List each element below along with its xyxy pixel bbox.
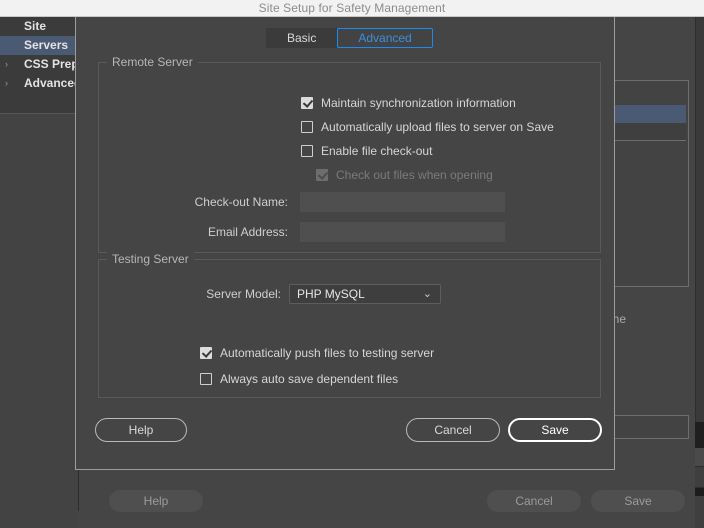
chevron-down-icon: ⌄ [422,288,432,300]
save-button[interactable]: Save [508,418,602,442]
checkbox-label: Always auto save dependent files [220,372,399,386]
checkbox-label: Automatically push files to testing serv… [220,346,435,360]
checkbox-check-out-on-open: Check out files when opening [316,167,493,183]
sidebar-item-label: Servers [24,38,69,52]
background-save-button[interactable]: Save [591,490,685,512]
window-title: Site Setup for Safety Management [258,1,446,15]
help-button[interactable]: Help [95,418,187,442]
checkbox-checked-disabled-icon [316,169,328,181]
server-model-select[interactable]: PHP MySQL ⌄ [289,284,441,304]
sidebar-item-site[interactable]: Site [0,17,78,36]
server-settings-dialog: Basic Advanced Remote Server Maintain sy… [75,17,615,470]
server-model-label: Server Model: [206,287,281,301]
checkbox-enable-file-checkout[interactable]: Enable file check-out [301,143,432,159]
disclosure-right-icon: › [5,59,8,69]
checkbox-label: Check out files when opening [336,168,493,182]
sidebar-item-label: CSS Prepro [24,57,78,71]
remote-server-group-title: Remote Server [107,55,198,69]
cancel-button[interactable]: Cancel [406,418,500,442]
check-out-name-input[interactable] [300,192,505,212]
sidebar-item-advanced[interactable]: › Advanced [0,74,78,93]
checkbox-checked-icon[interactable] [200,347,212,359]
dialog-tab-bar: Basic Advanced [266,28,433,48]
background-help-button[interactable]: Help [109,490,203,512]
right-panel-strip [695,17,704,422]
checkbox-auto-push-testing[interactable]: Automatically push files to testing serv… [200,345,434,361]
checkbox-maintain-sync[interactable]: Maintain synchronization information [301,95,516,111]
sidebar-item-servers[interactable]: Servers [0,36,78,55]
sidebar-empty-area [0,114,78,511]
right-panel-strip [695,496,704,528]
email-address-label: Email Address: [207,225,288,239]
checkbox-checked-icon[interactable] [301,97,313,109]
sidebar-item-label: Advanced [24,76,78,90]
email-address-row: Email Address: [136,222,505,242]
disclosure-right-icon: › [5,78,8,88]
check-out-name-label: Check-out Name: [194,195,288,209]
server-model-row: Server Model: PHP MySQL ⌄ [133,284,441,304]
checkbox-unchecked-icon[interactable] [301,145,313,157]
testing-server-group-title: Testing Server [107,252,194,266]
checkbox-unchecked-icon[interactable] [200,373,212,385]
checkbox-label: Enable file check-out [321,144,433,158]
right-panel-strip [695,467,704,488]
email-address-input[interactable] [300,222,505,242]
background-cancel-button[interactable]: Cancel [487,490,581,512]
server-model-value: PHP MySQL [297,287,365,301]
sidebar-item-label: Site [24,19,47,33]
checkbox-auto-upload[interactable]: Automatically upload files to server on … [301,119,554,135]
checkbox-label: Automatically upload files to server on … [321,120,554,134]
right-panel-strip [695,488,704,496]
sidebar-item-css-preprocessors[interactable]: › CSS Prepro [0,55,78,74]
right-panel-strip [695,422,704,448]
tab-basic[interactable]: Basic [266,28,338,48]
checkbox-always-auto-save[interactable]: Always auto save dependent files [200,371,398,387]
right-panel-strip [695,448,704,467]
tab-advanced[interactable]: Advanced [337,28,433,48]
checkbox-label: Maintain synchronization information [321,96,516,110]
check-out-name-row: Check-out Name: [136,192,505,212]
checkbox-unchecked-icon[interactable] [301,121,313,133]
